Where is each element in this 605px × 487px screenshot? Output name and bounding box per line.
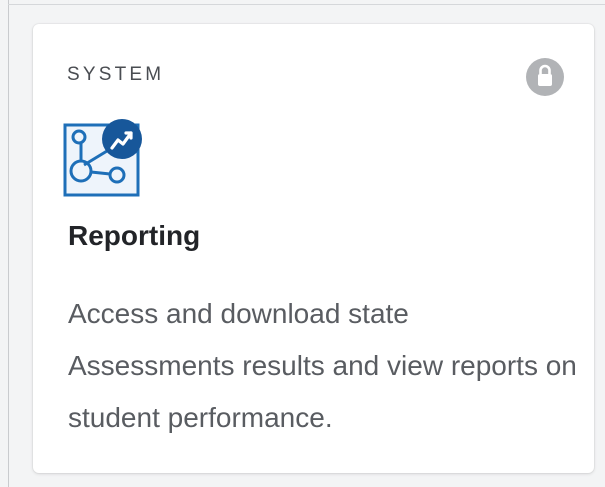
lock-icon <box>526 58 564 96</box>
card-category-label: SYSTEM <box>67 64 165 85</box>
card-title: Reporting <box>68 220 201 251</box>
container-edge <box>8 0 9 487</box>
reporting-system-card[interactable]: SYSTEM Reporting Access and download sta… <box>33 24 594 473</box>
card-description: Access and download state Assessments re… <box>68 298 577 433</box>
reporting-network-trend-icon <box>63 119 145 197</box>
container-top-edge <box>8 4 605 5</box>
page-background: SYSTEM Reporting Access and download sta… <box>0 0 605 487</box>
